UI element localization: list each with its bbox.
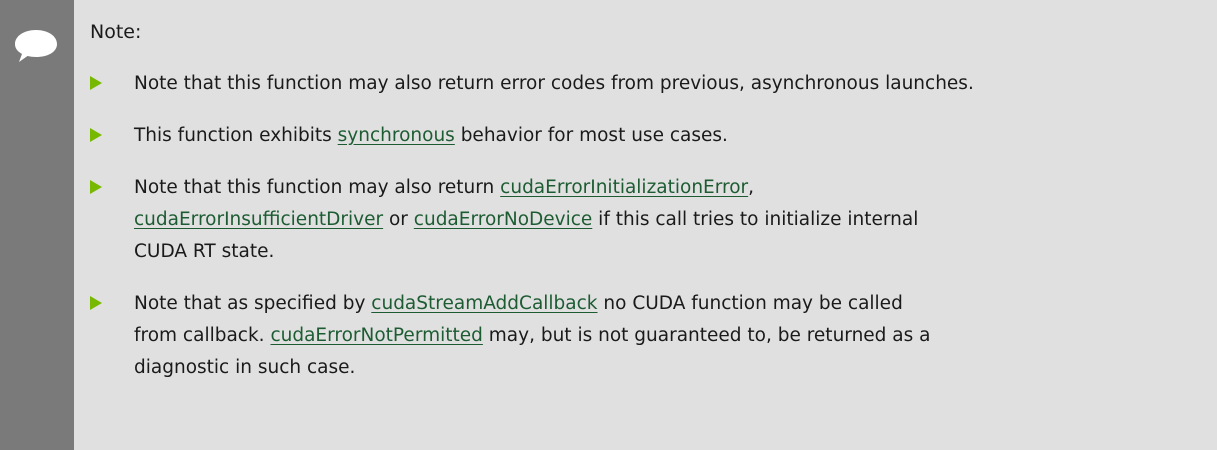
note-sidebar (0, 0, 74, 450)
note-title: Note: (90, 21, 142, 43)
triangle-bullet-icon (90, 180, 102, 194)
note-text: This function exhibits (134, 125, 338, 146)
triangle-bullet-icon (90, 296, 102, 310)
note-text: Note that this function may also return … (134, 73, 974, 94)
cuda-error-insufficient-driver-link[interactable]: cudaErrorInsufficientDriver (134, 209, 383, 230)
list-item: Note that this function may also return … (90, 68, 1210, 100)
note-text: CUDA RT state. (134, 241, 275, 262)
cuda-error-not-permitted-link[interactable]: cudaErrorNotPermitted (270, 325, 482, 346)
note-text: behavior for most use cases. (454, 125, 728, 146)
list-item: Note that as specified by cudaStreamAddC… (90, 288, 1210, 384)
cuda-error-no-device-link[interactable]: cudaErrorNoDevice (414, 209, 593, 230)
note-box: Note: Note that this function may also r… (0, 0, 1217, 450)
note-text: or (383, 209, 414, 230)
note-text: from callback. (134, 325, 271, 346)
note-text: Note that as specified by (134, 293, 372, 314)
triangle-bullet-icon (90, 76, 102, 90)
note-text: if this call tries to initialize interna… (592, 209, 919, 230)
note-text: Note that this function may also return (134, 177, 501, 198)
note-list: Note that this function may also return … (90, 68, 1210, 404)
triangle-bullet-icon (90, 128, 102, 142)
note-text: diagnostic in such case. (134, 357, 356, 378)
note-text: no CUDA function may be called (597, 293, 903, 314)
list-item: This function exhibits synchronous behav… (90, 120, 1210, 152)
cuda-stream-add-callback-link[interactable]: cudaStreamAddCallback (371, 293, 597, 314)
note-text: , (748, 177, 755, 198)
list-item: Note that this function may also return … (90, 172, 1210, 268)
synchronous-link[interactable]: synchronous (338, 125, 455, 146)
speech-bubble-icon (15, 30, 57, 62)
note-text: may, but is not guaranteed to, be return… (482, 325, 931, 346)
cuda-error-initialization-link[interactable]: cudaErrorInitializationError (500, 177, 748, 198)
